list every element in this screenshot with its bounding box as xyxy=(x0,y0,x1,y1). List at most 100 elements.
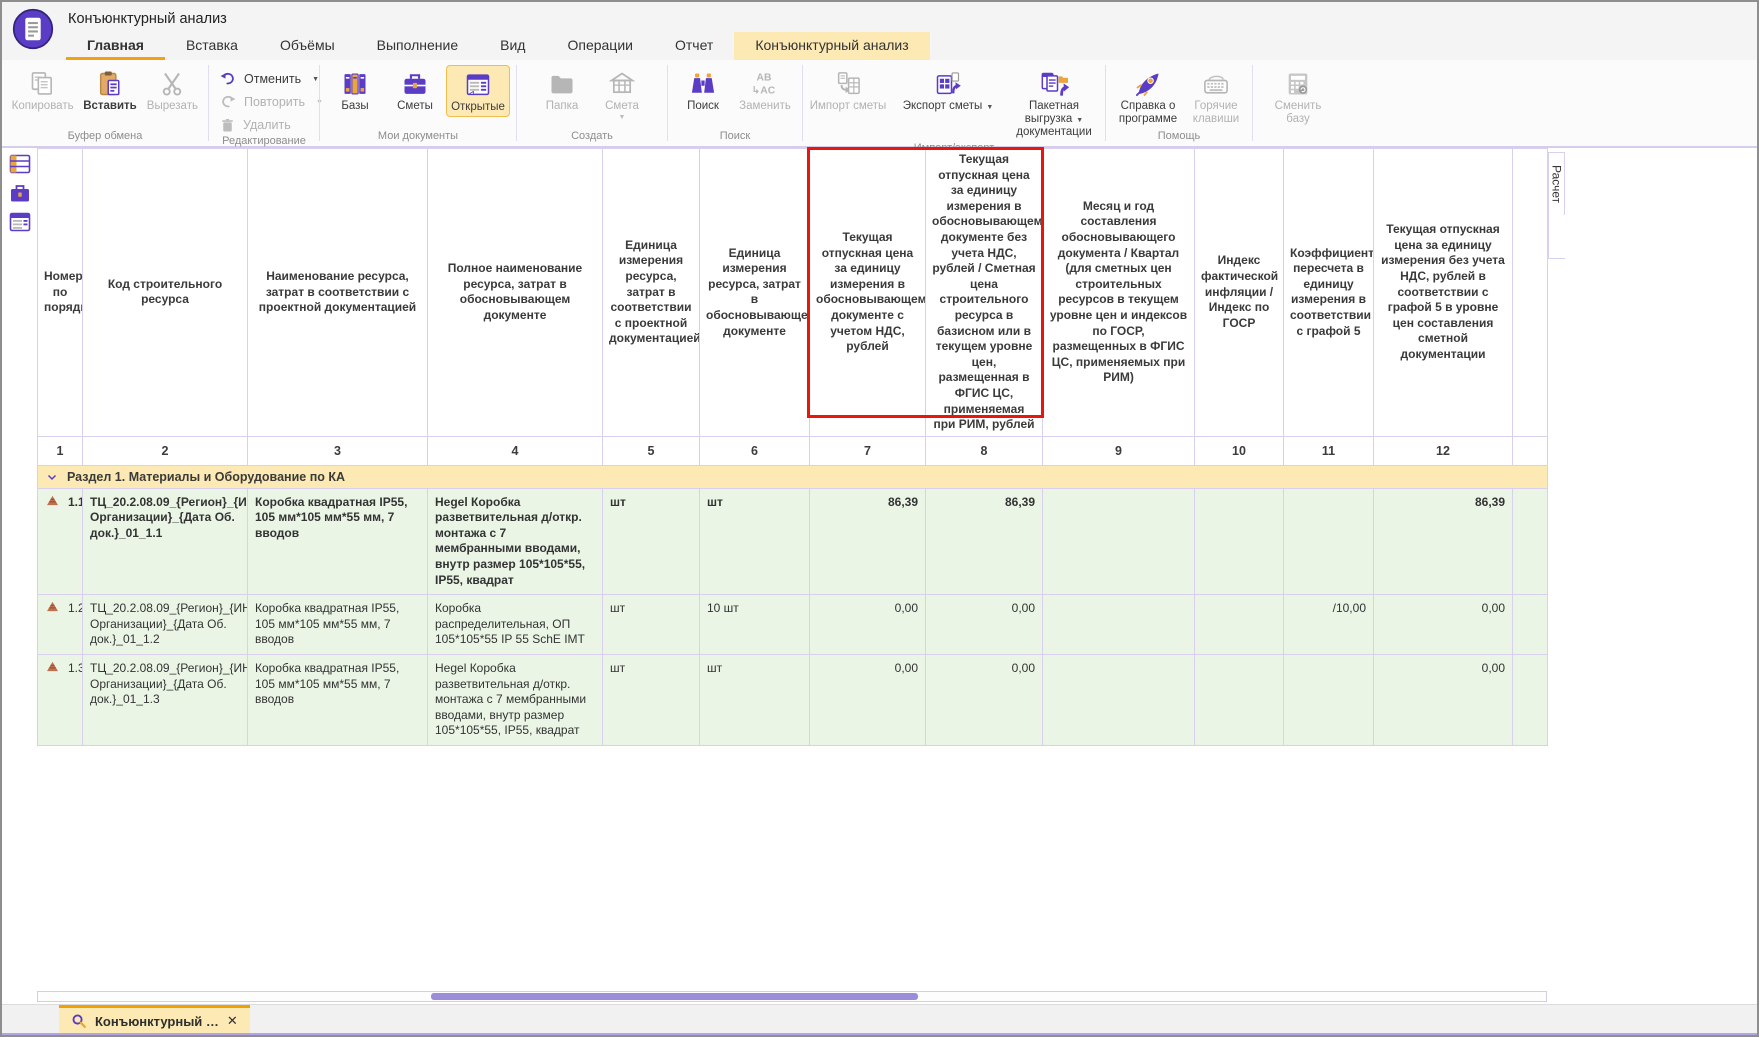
group-label-my-documents: Мои документы xyxy=(320,130,516,146)
scissors-icon xyxy=(158,68,186,100)
binoculars-icon xyxy=(689,68,717,100)
cut-button: Вырезать xyxy=(143,65,202,115)
table-row: 1.3 ТЦ_20.2.08.09_{Регион}_{ИНН Организа… xyxy=(38,655,1548,746)
chevron-down-icon[interactable] xyxy=(46,471,58,483)
title-bar: Конъюнктурный анализ xyxy=(2,2,1757,32)
briefcase-panel-icon[interactable] xyxy=(7,180,33,206)
tab-glavnaya[interactable]: Главная xyxy=(66,32,165,60)
table-row: 1.1 ТЦ_20.2.08.09_{Регион}_{ИНН Организа… xyxy=(38,488,1548,595)
tab-vstavka[interactable]: Вставка xyxy=(165,32,259,60)
batch-dropdown-icon[interactable]: ▼ xyxy=(1076,117,1083,124)
group-label-editing: Редактирование xyxy=(209,135,319,147)
building-icon xyxy=(608,68,636,100)
tab-vid[interactable]: Вид xyxy=(479,32,546,60)
hotkeys-button: Горячие клавиши xyxy=(1186,65,1246,128)
export-icon xyxy=(933,68,963,100)
group-label-clipboard: Буфер обмена xyxy=(2,130,208,146)
column-header-5[interactable]: Единица измерения ресурса, затрат в соот… xyxy=(603,149,700,437)
ribbon-group-import-export: Импорт сметы Экспорт сметы▼ Пакетная выг… xyxy=(803,60,1105,146)
svg-text:↳AC: ↳AC xyxy=(752,86,776,97)
header-row: Номер по порядку Код строительного ресур… xyxy=(38,149,1548,437)
table-row: 1.2 ТЦ_20.2.08.09_{Регион}_{ИНН Организа… xyxy=(38,595,1548,655)
ribbon-group-my-documents: Базы Сметы Открытые Мои документы xyxy=(320,60,516,146)
export-estimate-button[interactable]: Экспорт сметы▼ xyxy=(896,65,1000,115)
left-toolbar xyxy=(2,148,37,1003)
calculator-icon xyxy=(1284,68,1312,100)
magnifier-icon xyxy=(71,1013,87,1029)
app-window: Конъюнктурный анализ Главная Вставка Объ… xyxy=(0,0,1759,1037)
column-header-8[interactable]: Текущая отпускная цена за единицу измере… xyxy=(926,149,1043,437)
column-header-stub xyxy=(1513,149,1548,437)
right-panel-stub xyxy=(1548,215,1565,259)
svg-text:AB: AB xyxy=(757,72,772,83)
tab-operacii[interactable]: Операции xyxy=(546,32,654,60)
folder-button: Папка xyxy=(533,65,591,115)
ribbon-tabs: Главная Вставка Объёмы Выполнение Вид Оп… xyxy=(2,32,1757,60)
sheet-view-icon[interactable] xyxy=(7,151,33,177)
document-tab-bar: Конъюнктурный … ✕ xyxy=(2,1004,1757,1033)
tab-vypolnenie[interactable]: Выполнение xyxy=(356,32,479,60)
about-button[interactable]: Справка о программе xyxy=(1112,65,1184,128)
column-header-11[interactable]: Коэффициент пересчета в единицу измерени… xyxy=(1284,149,1374,437)
copy-icon xyxy=(29,68,57,100)
open-documents-button[interactable]: Открытые xyxy=(446,65,510,117)
estimate-dropdown-icon: ▼ xyxy=(619,114,626,122)
redo-button: Повторить ▼ xyxy=(219,92,309,112)
column-header-12[interactable]: Текущая отпускная цена за единицу измере… xyxy=(1374,149,1513,437)
bases-button[interactable]: Базы xyxy=(326,65,384,115)
section-title[interactable]: Раздел 1. Материалы и Оборудование по КА xyxy=(67,470,345,484)
estimates-button[interactable]: Сметы xyxy=(386,65,444,115)
column-header-4[interactable]: Полное наименование ресурса, затрат в об… xyxy=(428,149,603,437)
tab-otchet[interactable]: Отчет xyxy=(654,32,734,60)
window-bottom-accent xyxy=(2,1033,1757,1035)
group-label-help: Помощь xyxy=(1106,130,1252,146)
export-dropdown-icon[interactable]: ▼ xyxy=(986,104,993,111)
app-logo-icon[interactable] xyxy=(12,8,54,50)
import-icon xyxy=(833,68,863,100)
column-header-7[interactable]: Текущая отпускная цена за единицу измере… xyxy=(810,149,926,437)
batch-upload-icon xyxy=(1038,68,1070,100)
tab-obyomy[interactable]: Объёмы xyxy=(259,32,356,60)
column-numbers-row: 1 2 3 4 5 6 7 8 9 10 11 12 xyxy=(38,436,1548,465)
column-header-3[interactable]: Наименование ресурса, затрат в соответст… xyxy=(248,149,428,437)
document-tab-label: Конъюнктурный … xyxy=(95,1014,219,1029)
group-label-create: Создать xyxy=(517,130,667,146)
column-header-6[interactable]: Единица измерения ресурса, затрат в обос… xyxy=(700,149,810,437)
replace-button: AB↳AC Заменить xyxy=(734,65,796,115)
column-header-9[interactable]: Месяц и год составления обосновывающего … xyxy=(1043,149,1195,437)
tab-raschet[interactable]: Расчет xyxy=(1548,152,1565,216)
undo-icon xyxy=(219,70,237,88)
search-button[interactable]: Поиск xyxy=(674,65,732,115)
price-warning-icon xyxy=(46,495,59,506)
ribbon-group-clipboard: Копировать Вставить Вырезать Буфер обмен… xyxy=(2,60,208,146)
horizontal-scrollbar[interactable] xyxy=(37,991,1547,1002)
batch-upload-button[interactable]: Пакетная выгрузка▼документации xyxy=(1002,65,1106,142)
delete-button: Удалить xyxy=(219,115,309,135)
document-tab[interactable]: Конъюнктурный … ✕ xyxy=(59,1005,250,1034)
list-panel-icon[interactable] xyxy=(7,209,33,235)
new-estimate-button: Смета ▼ xyxy=(593,65,651,124)
rocket-icon xyxy=(1134,68,1162,100)
change-base-button: Сменить базу xyxy=(1259,65,1337,128)
column-header-1[interactable]: Номер по порядку xyxy=(38,149,83,437)
paste-button[interactable]: Вставить xyxy=(79,65,141,115)
paste-icon xyxy=(96,68,124,100)
column-header-10[interactable]: Индекс фактической инфляции / Индекс по … xyxy=(1195,149,1284,437)
briefcase-icon xyxy=(401,68,429,100)
ribbon-group-help: Справка о программе Горячие клавиши Помо… xyxy=(1106,60,1252,146)
folder-icon xyxy=(548,68,576,100)
ribbon: Копировать Вставить Вырезать Буфер обмен… xyxy=(2,60,1757,148)
close-icon[interactable]: ✕ xyxy=(227,1013,238,1029)
window-title: Конъюнктурный анализ xyxy=(68,11,227,27)
section-row: Раздел 1. Материалы и Оборудование по КА xyxy=(38,465,1548,488)
open-window-icon xyxy=(464,69,492,101)
scrollbar-thumb[interactable] xyxy=(431,993,918,1000)
group-label-search: Поиск xyxy=(668,130,802,146)
keyboard-icon xyxy=(1201,68,1231,100)
undo-button[interactable]: Отменить ▼ xyxy=(219,69,309,89)
price-warning-icon xyxy=(46,661,59,672)
books-icon xyxy=(341,68,369,100)
redo-icon xyxy=(219,93,237,111)
column-header-2[interactable]: Код строительного ресурса xyxy=(83,149,248,437)
tab-konyunkturny-analiz[interactable]: Конъюнктурный анализ xyxy=(734,32,929,60)
